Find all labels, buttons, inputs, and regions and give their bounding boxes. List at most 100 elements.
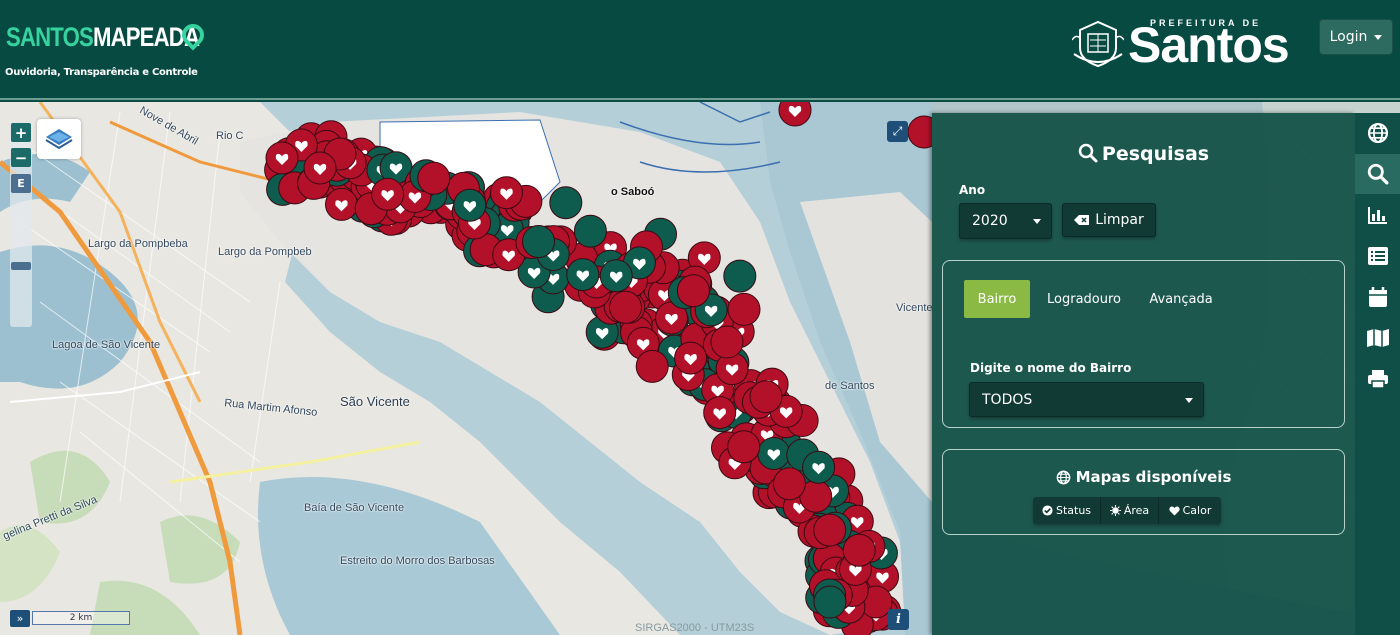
sidebar-item-list[interactable] <box>1355 236 1400 276</box>
heat-map-button[interactable]: Calor <box>1159 497 1221 524</box>
tagline: Ouvidoria, Transparência e Controle <box>5 67 198 78</box>
bairro-value: TODOS <box>982 391 1033 408</box>
map-type-label: Calor <box>1182 504 1212 517</box>
sidebar-item-print[interactable] <box>1355 359 1400 399</box>
map-canvas[interactable]: Nove de Abril Rio C Largo da Pompbeba La… <box>0 102 932 635</box>
info-icon: i <box>896 612 901 627</box>
tab-bairro[interactable]: Bairro <box>964 280 1030 318</box>
scale-toggle-button[interactable]: » <box>10 610 30 627</box>
clear-button[interactable]: Limpar <box>1062 203 1156 237</box>
sidebar-item-charts[interactable] <box>1355 195 1400 235</box>
map-type-group: Status Área Calor <box>1033 497 1221 524</box>
eraser-icon <box>1074 215 1090 225</box>
map-label: Estreito do Morro dos Barbosas <box>340 555 495 567</box>
bairro-select[interactable]: TODOS <box>969 382 1204 417</box>
extent-button[interactable]: E <box>11 174 31 193</box>
sun-icon <box>1109 505 1121 516</box>
maps-title-text: Mapas disponíveis <box>1075 468 1232 486</box>
map-marker[interactable] <box>772 467 806 501</box>
map-marker[interactable] <box>727 430 761 464</box>
sidebar-item-calendar[interactable] <box>1355 277 1400 317</box>
header: SANTOSMAPEADA Ouvidoria, Transparência e… <box>0 0 1400 100</box>
tab-logradouro[interactable]: Logradouro <box>1040 280 1128 318</box>
print-icon <box>1367 370 1388 389</box>
list-icon <box>1367 247 1388 265</box>
chevron-down-icon <box>1033 219 1041 224</box>
panel-title: Pesquisas <box>932 143 1355 165</box>
check-circle-icon <box>1042 505 1053 516</box>
crs-label: SIRGAS2000 - UTM23S <box>635 622 755 634</box>
maps-box: Mapas disponíveis Status Área Calor <box>942 449 1345 535</box>
bairro-label: Digite o nome do Bairro <box>970 361 1132 375</box>
sidebar-item-search[interactable] <box>1355 154 1400 194</box>
chevron-down-icon <box>1185 398 1193 403</box>
map-marker[interactable] <box>609 290 642 324</box>
clear-label: Limpar <box>1095 212 1144 228</box>
expand-icon: ⤢ <box>892 124 903 138</box>
tab-label: Avançada <box>1149 291 1213 307</box>
map-label: Largo da Pompbeb <box>218 246 312 258</box>
globe-icon <box>1056 470 1070 484</box>
year-select[interactable]: 2020 <box>959 203 1052 239</box>
map-marker[interactable] <box>522 225 555 258</box>
map-marker[interactable] <box>635 349 669 383</box>
double-chevron-right-icon: » <box>16 612 24 625</box>
search-icon <box>1078 143 1098 163</box>
map-marker[interactable] <box>573 214 607 248</box>
sidebar-item-layers[interactable] <box>1355 113 1400 153</box>
info-button[interactable]: i <box>888 609 909 630</box>
map-label: Baía de São Vicente <box>304 502 405 514</box>
map-type-label: Status <box>1055 504 1092 517</box>
brand-logo[interactable]: SANTOSMAPEADA <box>6 22 200 53</box>
tab-label: Logradouro <box>1047 291 1121 307</box>
sidebar <box>1355 113 1400 635</box>
map-marker[interactable] <box>710 325 744 359</box>
map-label: Largo da Pompbeba <box>88 238 188 250</box>
zoom-out-button[interactable]: − <box>11 148 31 167</box>
year-value: 2020 <box>972 213 1008 229</box>
chevron-down-icon <box>1374 34 1383 40</box>
layers-button[interactable] <box>37 119 81 159</box>
map-marker[interactable] <box>723 259 757 293</box>
map-label: São Vicente <box>340 394 410 409</box>
map-marker[interactable] <box>676 274 710 308</box>
panel-title-text: Pesquisas <box>1101 143 1210 165</box>
search-icon <box>1367 163 1388 185</box>
city-crest-icon <box>1072 20 1124 68</box>
calendar-icon <box>1368 287 1387 307</box>
zoom-slider-handle[interactable] <box>11 262 31 270</box>
map-marker[interactable] <box>727 292 761 326</box>
map-type-label: Área <box>1123 504 1150 517</box>
search-box: Bairro Logradouro Avançada Digite o nome… <box>942 260 1345 428</box>
map-marker[interactable] <box>549 186 583 220</box>
login-button[interactable]: Login <box>1319 19 1393 55</box>
app-root: SANTOSMAPEADA Ouvidoria, Transparência e… <box>0 0 1400 635</box>
map-label: o Saboó <box>611 186 655 198</box>
prefeitura-name: Santos <box>1128 17 1290 73</box>
brand-part1: SANTOS <box>6 22 94 52</box>
map-marker[interactable] <box>813 513 847 547</box>
map-marker[interactable] <box>749 380 783 414</box>
bar-chart-icon <box>1367 207 1387 224</box>
map-marker[interactable] <box>813 585 847 619</box>
tab-avancada[interactable]: Avançada <box>1143 280 1219 318</box>
map-marker[interactable] <box>842 533 876 567</box>
zoom-in-button[interactable]: + <box>11 123 31 142</box>
area-map-button[interactable]: Área <box>1101 497 1159 524</box>
map-label: Vicente <box>896 302 932 314</box>
year-label: Ano <box>959 183 986 197</box>
login-label: Login <box>1329 29 1368 45</box>
map-marker[interactable] <box>417 161 451 195</box>
map-label: Lagoa de São Vicente <box>52 339 161 351</box>
layers-icon <box>45 129 73 150</box>
tab-label: Bairro <box>977 291 1017 307</box>
map-label: de Santos <box>825 380 875 392</box>
scale-bar: 2 km <box>32 611 130 625</box>
map-icon <box>1366 329 1389 347</box>
search-panel: Pesquisas Ano 2020 Limpar Bairro Logrado… <box>932 113 1355 635</box>
maps-title: Mapas disponíveis <box>943 468 1344 486</box>
map-label: Rio C <box>216 130 244 142</box>
sidebar-item-maps[interactable] <box>1355 318 1400 358</box>
fullscreen-button[interactable]: ⤢ <box>887 121 908 142</box>
status-map-button[interactable]: Status <box>1033 497 1101 524</box>
